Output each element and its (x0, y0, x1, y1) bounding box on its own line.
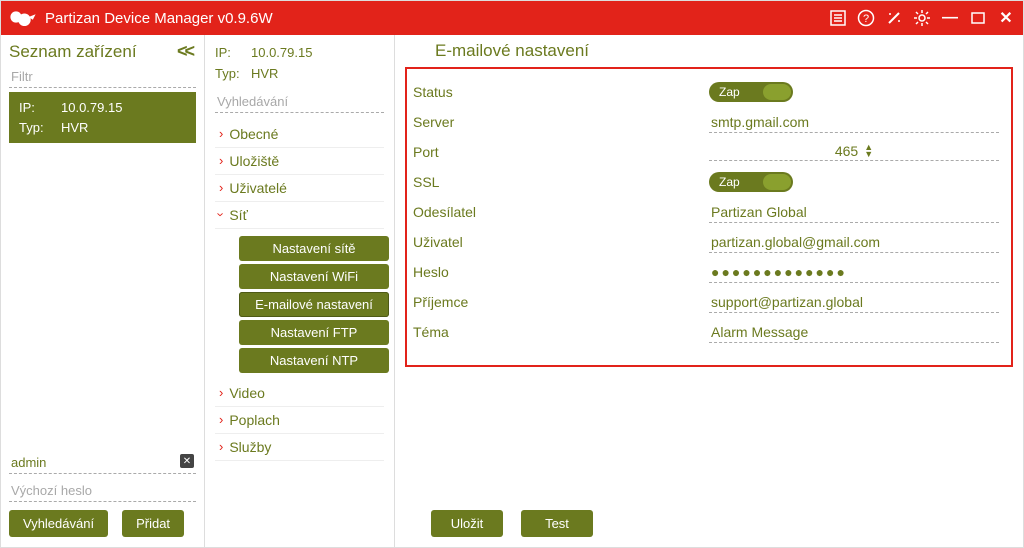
label-port: Port (409, 144, 709, 160)
device-type-label: Typ: (19, 118, 53, 138)
chevron-right-icon: › (219, 126, 223, 141)
label-ssl: SSL (409, 174, 709, 190)
device-list-item[interactable]: IP: 10.0.79.15 Typ: HVR (9, 92, 196, 143)
tree-item-video[interactable]: ›Video (215, 380, 384, 407)
label-server: Server (409, 114, 709, 130)
collapse-left-icon[interactable]: << (177, 41, 196, 62)
titlebar-actions: ? — ✕ (829, 9, 1015, 27)
subitem-net-settings[interactable]: Nastavení sítě (239, 236, 389, 261)
label-subject: Téma (409, 324, 709, 340)
app-logo-icon (9, 8, 37, 28)
device-filter-input[interactable] (9, 66, 196, 88)
tree-item-uloziste[interactable]: ›Uložiště (215, 148, 384, 175)
password-input[interactable]: ●●●●●●●●●●●●● (709, 262, 999, 283)
ssl-toggle[interactable]: Zap (709, 172, 793, 192)
subitem-email-settings[interactable]: E-mailové nastavení (239, 292, 389, 317)
chevron-right-icon: › (219, 153, 223, 168)
add-button[interactable]: Přidat (122, 510, 184, 537)
email-form: Status Zap Server Port 465 (405, 67, 1013, 367)
maximize-icon[interactable] (969, 9, 987, 27)
chevron-right-icon: › (219, 385, 223, 400)
login-pass-input[interactable] (9, 480, 196, 502)
login-user-input[interactable] (9, 452, 196, 474)
subitem-ftp-settings[interactable]: Nastavení FTP (239, 320, 389, 345)
minimize-icon[interactable]: — (941, 9, 959, 27)
page-title: E-mailové nastavení (435, 41, 1013, 61)
chevron-right-icon: › (219, 439, 223, 454)
label-sender: Odesílatel (409, 204, 709, 220)
device-type: HVR (61, 118, 88, 138)
titlebar: Partizan Device Manager v0.9.6W ? — ✕ (1, 1, 1023, 35)
device-ip: 10.0.79.15 (61, 98, 122, 118)
chevron-right-icon: › (219, 180, 223, 195)
email-settings-panel: E-mailové nastavení Status Zap Server Po… (395, 35, 1023, 547)
port-value: 465 (835, 143, 858, 159)
svg-text:?: ? (863, 13, 869, 25)
tree-item-poplach[interactable]: ›Poplach (215, 407, 384, 434)
chevron-down-icon: › (214, 212, 229, 216)
device-ip-label: IP: (19, 98, 53, 118)
server-input[interactable] (709, 112, 999, 133)
label-status: Status (409, 84, 709, 100)
app-window: Partizan Device Manager v0.9.6W ? — ✕ Se… (0, 0, 1024, 548)
log-icon[interactable] (829, 9, 847, 27)
close-icon[interactable]: ✕ (997, 9, 1015, 27)
search-button[interactable]: Vyhledávání (9, 510, 108, 537)
test-button[interactable]: Test (521, 510, 593, 537)
chevron-right-icon: › (219, 412, 223, 427)
tree-item-sit[interactable]: ›Síť (215, 202, 384, 229)
label-recipient: Příjemce (409, 294, 709, 310)
clear-user-icon[interactable]: ✕ (180, 454, 194, 468)
tree-item-sluzby[interactable]: ›Služby (215, 434, 384, 461)
subject-input[interactable] (709, 322, 999, 343)
label-password: Heslo (409, 264, 709, 280)
subitem-wifi-settings[interactable]: Nastavení WiFi (239, 264, 389, 289)
sit-subtree: Nastavení sítě Nastavení WiFi E-mailové … (215, 229, 384, 380)
stepper-arrows-icon[interactable]: ▲▼ (864, 144, 873, 158)
settings-tree-panel: IP:10.0.79.15 Typ:HVR ›Obecné ›Uložiště … (205, 35, 395, 547)
gear-icon[interactable] (913, 9, 931, 27)
toggle-knob-icon (763, 84, 791, 100)
user-input[interactable] (709, 232, 999, 253)
tree-item-obecne[interactable]: ›Obecné (215, 121, 384, 148)
help-icon[interactable]: ? (857, 9, 875, 27)
selected-device-info: IP:10.0.79.15 Typ:HVR (215, 43, 384, 85)
device-list-title: Seznam zařízení (9, 42, 137, 62)
toggle-knob-icon (763, 174, 791, 190)
save-button[interactable]: Uložit (431, 510, 503, 537)
label-user: Uživatel (409, 234, 709, 250)
recipient-input[interactable] (709, 292, 999, 313)
tree-item-uzivatele[interactable]: ›Uživatelé (215, 175, 384, 202)
status-toggle[interactable]: Zap (709, 82, 793, 102)
wand-icon[interactable] (885, 9, 903, 27)
settings-search-input[interactable] (215, 91, 384, 113)
app-title: Partizan Device Manager v0.9.6W (45, 10, 829, 27)
port-stepper[interactable]: 465 ▲▼ (709, 143, 999, 161)
device-list-panel: Seznam zařízení << IP: 10.0.79.15 Typ: HVR… (1, 35, 205, 547)
subitem-ntp-settings[interactable]: Nastavení NTP (239, 348, 389, 373)
sender-input[interactable] (709, 202, 999, 223)
